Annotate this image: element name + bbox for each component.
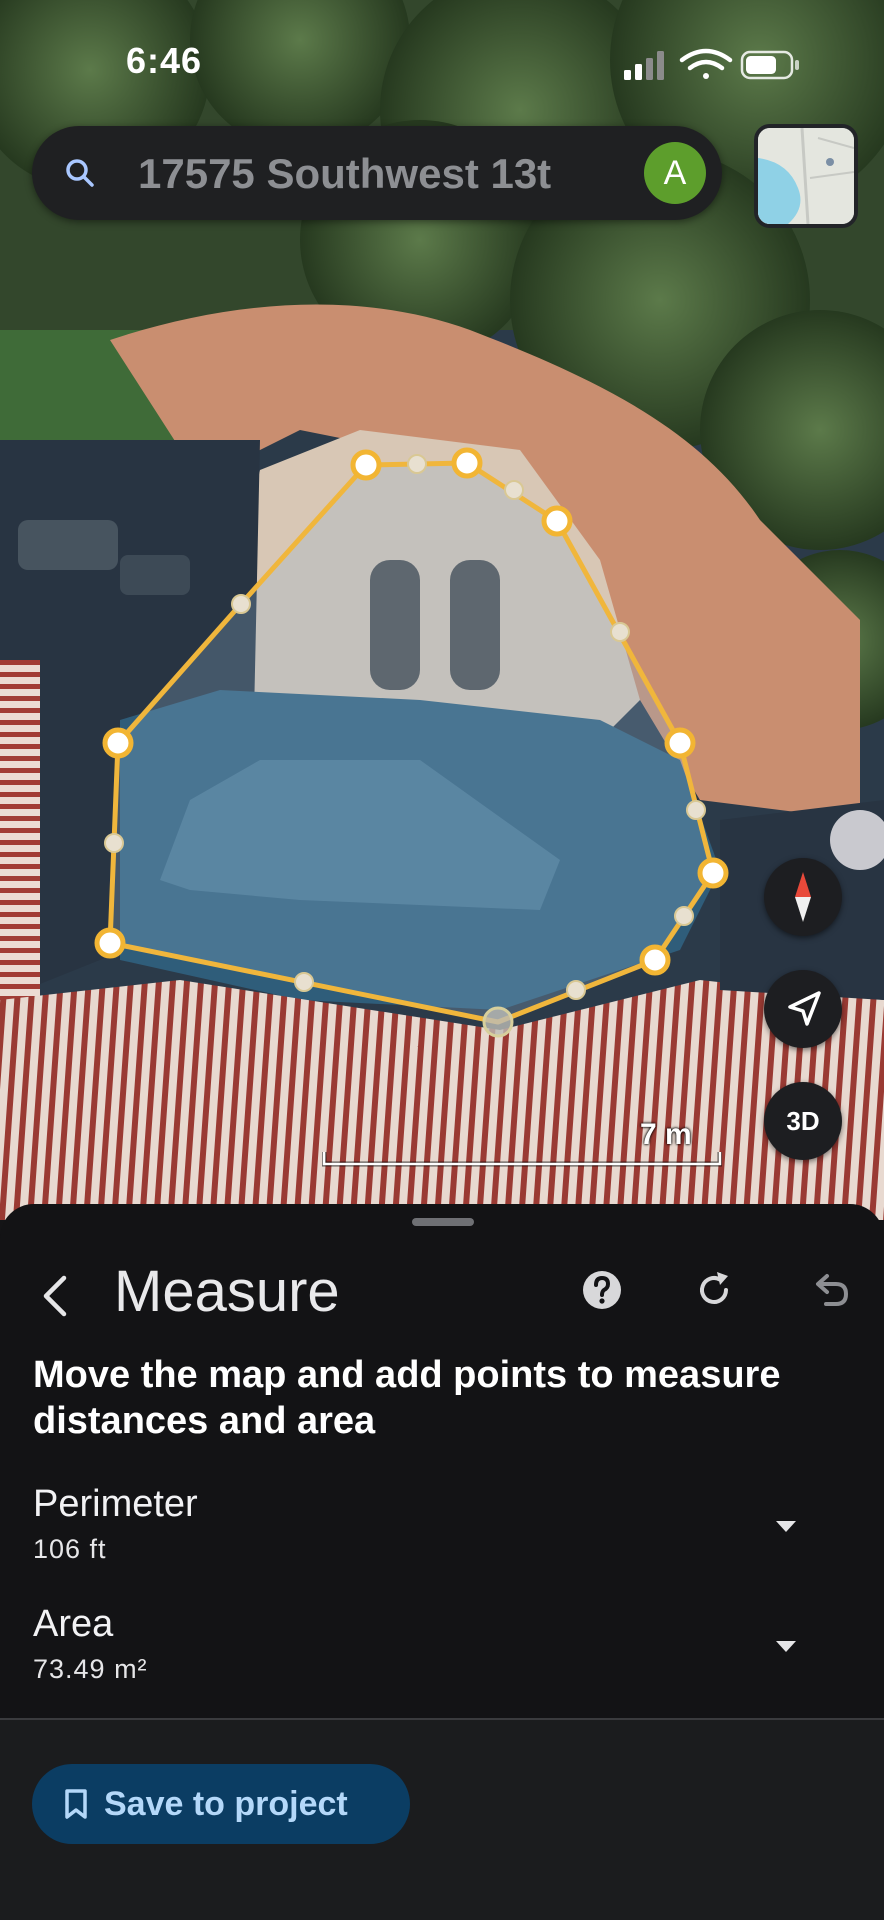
view-3d-label: 3D	[786, 1106, 820, 1136]
instruction-text: Move the map and add points to measure d…	[33, 1354, 781, 1442]
scale-label: 7 m	[640, 1118, 692, 1151]
sheet-drag-handle[interactable]	[412, 1218, 474, 1226]
compass-icon	[795, 872, 811, 922]
map-view[interactable]: 6:46 17575 Southwest 13t A 3D 7 m	[0, 0, 884, 1220]
battery-icon	[740, 50, 799, 80]
area-label: Area	[33, 1603, 114, 1645]
my-location-button[interactable]	[764, 970, 842, 1048]
navigate-arrow-icon	[788, 991, 821, 1026]
avatar[interactable]: A	[644, 142, 706, 204]
scale-bar	[322, 1152, 722, 1167]
save-to-project-button[interactable]: Save to project	[32, 1764, 410, 1844]
wifi-icon	[679, 48, 733, 79]
refresh-icon[interactable]	[690, 1266, 738, 1314]
bookmark-icon	[65, 1789, 87, 1819]
search-bar[interactable]: 17575 Southwest 13t A	[32, 126, 722, 220]
status-icons	[624, 48, 799, 80]
perimeter-value: 106 ft	[33, 1534, 107, 1564]
chevron-down-icon[interactable]	[774, 1518, 798, 1534]
compass-button[interactable]	[764, 858, 842, 936]
help-circle-icon[interactable]	[578, 1266, 626, 1314]
perimeter-label: Perimeter	[33, 1483, 198, 1525]
view-3d-button[interactable]: 3D	[764, 1082, 842, 1160]
chevron-down-icon[interactable]	[774, 1638, 798, 1654]
sheet-title: Measure	[114, 1259, 340, 1324]
chevron-left-icon[interactable]	[28, 1266, 84, 1326]
search-icon	[66, 159, 94, 187]
sheet-footer: Save to project	[0, 1720, 884, 1920]
map-thumbnail-icon	[758, 128, 854, 224]
area-value: 73.49 m²	[33, 1654, 148, 1684]
undo-icon[interactable]	[806, 1266, 854, 1314]
signal-icon	[624, 51, 664, 80]
search-input[interactable]: 17575 Southwest 13t	[138, 146, 658, 202]
measure-sheet: Measure Move the map and add points to m…	[0, 1204, 884, 1724]
save-button-label: Save to project	[104, 1785, 348, 1823]
status-time: 6:46	[126, 40, 203, 81]
map-layers-button[interactable]	[754, 124, 858, 228]
